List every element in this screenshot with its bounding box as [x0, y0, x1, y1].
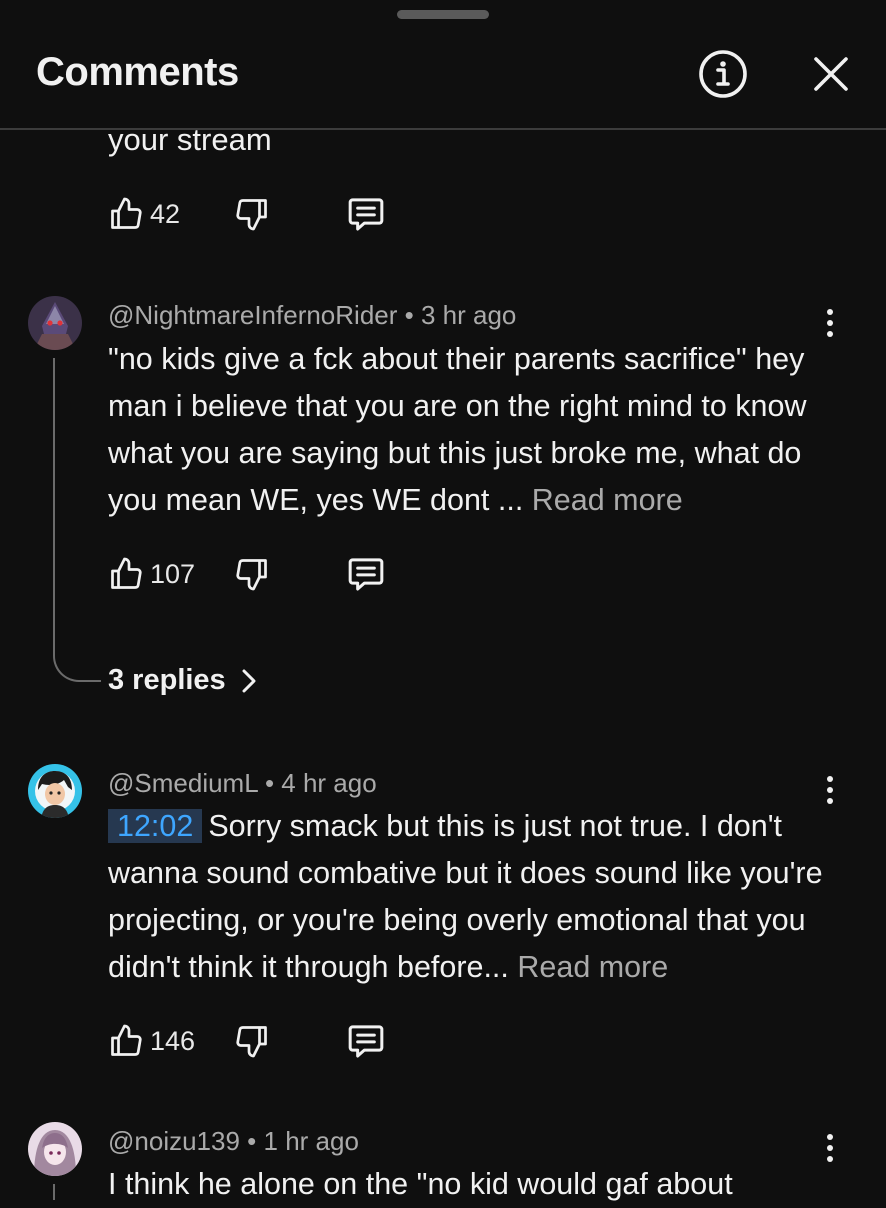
avatar-image — [28, 296, 82, 350]
comment-author[interactable]: @SmediumL — [108, 768, 258, 798]
comment-body: "no kids give a fck about their parents … — [108, 342, 807, 517]
comment-text: "no kids give a fck about their parents … — [108, 336, 828, 524]
avatar[interactable] — [28, 764, 82, 818]
like-count: 107 — [150, 558, 196, 589]
thumbs-down-icon — [236, 559, 267, 591]
meta-separator: • — [247, 1126, 257, 1156]
reply-icon — [348, 558, 384, 591]
read-more-link[interactable]: Read more — [532, 483, 683, 517]
thumbs-down-icon — [236, 199, 267, 231]
kebab-dot — [827, 787, 833, 793]
reply-icon — [348, 198, 384, 231]
dislike-button[interactable] — [234, 196, 346, 232]
meta-separator: • — [404, 300, 414, 330]
close-icon — [814, 57, 848, 91]
thumbs-up-icon — [111, 197, 142, 229]
kebab-dot — [827, 320, 833, 326]
kebab-dot — [827, 1134, 833, 1140]
comment-body: I think he alone on the "no kid would ga… — [108, 1167, 733, 1201]
reply-button[interactable] — [346, 194, 386, 234]
thumbs-up-icon — [111, 1024, 142, 1056]
comment-text: 12:02 Sorry smack but this is just not tr… — [108, 803, 838, 991]
dislike-button[interactable] — [234, 556, 346, 592]
like-count: 146 — [150, 1025, 196, 1056]
page-title: Comments — [36, 50, 239, 94]
reply-icon — [348, 1025, 384, 1058]
comment-actions: 107 — [108, 554, 386, 594]
thread-line — [53, 358, 55, 650]
chevron-right-icon — [242, 669, 256, 692]
thumbs-down-icon — [236, 1026, 267, 1058]
comment-time: 3 hr ago — [420, 300, 517, 330]
previous-comment-actions: 42 — [108, 194, 386, 234]
comment-text: I think he alone on the "no kid would ga… — [108, 1161, 828, 1208]
avatar[interactable] — [28, 1122, 82, 1176]
like-button[interactable]: 146 — [108, 1023, 234, 1059]
comment-meta: @SmediumL • 4 hr ago — [108, 768, 377, 799]
dislike-button[interactable] — [234, 1023, 346, 1059]
comment-body: Sorry smack but this is just not true. I… — [108, 809, 823, 984]
comment-actions: 146 — [108, 1021, 386, 1061]
avatar[interactable] — [28, 296, 82, 350]
like-button[interactable]: 42 — [108, 196, 234, 232]
replies-label: 3 replies — [108, 664, 226, 696]
kebab-dot — [827, 1145, 833, 1151]
reply-button[interactable] — [346, 1021, 386, 1061]
like-count: 42 — [150, 198, 181, 229]
meta-separator: • — [264, 768, 275, 798]
info-button[interactable] — [694, 45, 752, 103]
drag-handle[interactable] — [397, 10, 489, 19]
comment-time: 4 hr ago — [281, 768, 377, 798]
comment-meta: @noizu139 • 1 hr ago — [108, 1126, 359, 1157]
avatar-image — [28, 764, 82, 818]
timestamp-link[interactable]: 12:02 — [108, 809, 203, 843]
kebab-dot — [827, 776, 833, 782]
reply-button[interactable] — [346, 554, 386, 594]
thread-line — [53, 1184, 55, 1200]
comment-meta: @NightmareInfernoRider • 3 hr ago — [108, 300, 516, 331]
read-more-link[interactable]: Read more — [517, 950, 668, 984]
comment-author[interactable]: @noizu139 — [108, 1126, 240, 1156]
info-icon — [699, 50, 747, 98]
close-button[interactable] — [802, 45, 860, 103]
comment-time: 1 hr ago — [263, 1126, 359, 1156]
thumbs-up-icon — [111, 557, 142, 589]
view-replies-button[interactable]: 3 replies — [108, 664, 264, 697]
comment-author[interactable]: @NightmareInfernoRider — [108, 300, 397, 330]
kebab-dot — [827, 309, 833, 315]
comments-header: Comments — [0, 0, 886, 130]
like-button[interactable]: 107 — [108, 556, 234, 592]
thread-connector — [53, 650, 101, 682]
avatar-image — [28, 1122, 82, 1176]
